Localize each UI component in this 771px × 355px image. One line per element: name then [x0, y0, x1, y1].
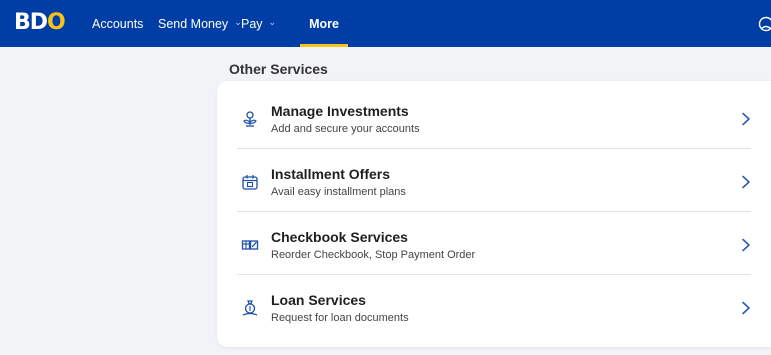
- services-card: Manage Investments Add and secure your a…: [217, 81, 771, 347]
- active-tab-indicator: [300, 44, 348, 47]
- chevron-right-icon: [742, 175, 750, 189]
- divider: [237, 148, 751, 149]
- user-profile-icon[interactable]: [758, 16, 771, 32]
- nav-more[interactable]: More: [300, 0, 348, 47]
- service-title: Loan Services: [271, 292, 366, 308]
- plant-coin-icon: [243, 111, 257, 127]
- chevron-right-icon: [742, 112, 750, 126]
- nav-pay[interactable]: Pay ⌄: [241, 0, 276, 47]
- calendar-icon: [242, 175, 258, 190]
- service-title: Checkbook Services: [271, 229, 408, 245]
- service-subtitle: Request for loan documents: [271, 312, 409, 324]
- bdo-logo[interactable]: BDO: [14, 10, 66, 36]
- service-item-manage-investments[interactable]: Manage Investments Add and secure your a…: [237, 87, 751, 149]
- service-subtitle: Avail easy installment plans: [271, 186, 406, 198]
- service-title: Installment Offers: [271, 166, 391, 182]
- chevron-right-icon: [742, 238, 750, 252]
- service-item-installment-offers[interactable]: Installment Offers Avail easy installmen…: [237, 150, 751, 212]
- page-title: Other Services: [229, 61, 328, 77]
- nav-send-money[interactable]: Send Money ⌄: [158, 0, 242, 47]
- service-subtitle: Add and secure your accounts: [271, 123, 420, 135]
- divider: [237, 211, 751, 212]
- checkbook-icon: [241, 240, 259, 250]
- service-title: Manage Investments: [271, 103, 409, 119]
- service-subtitle: Reorder Checkbook, Stop Payment Order: [271, 249, 476, 261]
- service-item-loan-services[interactable]: Loan Services Request for loan documents: [237, 276, 751, 338]
- service-item-checkbook-services[interactable]: Checkbook Services Reorder Checkbook, St…: [237, 213, 751, 275]
- chevron-right-icon: [742, 301, 750, 315]
- top-navigation-bar: BDO Accounts Send Money ⌄ Pay ⌄ More: [0, 0, 771, 47]
- divider: [237, 274, 751, 275]
- chevron-down-icon: ⌄: [268, 17, 277, 27]
- nav-accounts[interactable]: Accounts: [92, 0, 143, 47]
- money-bag-icon: [242, 300, 258, 316]
